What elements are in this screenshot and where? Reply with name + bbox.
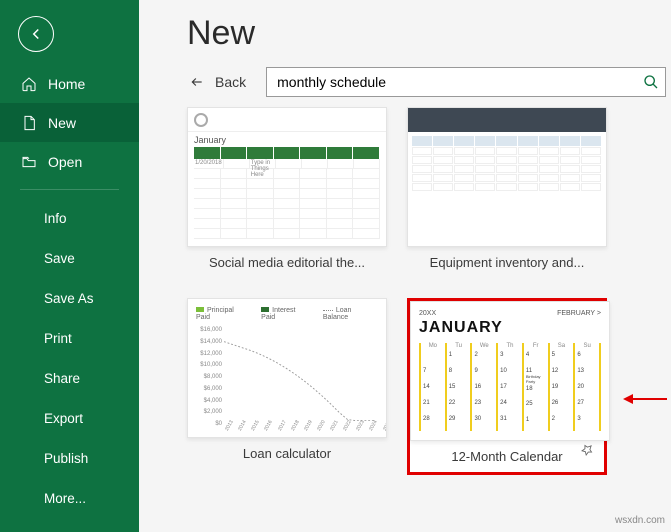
main-panel: New Back January 1/20/2018Type in Things… xyxy=(139,0,671,532)
bar-chart: $16,000$14,000$12,000$10,000$8,000$6,000… xyxy=(224,327,374,427)
nav-info[interactable]: Info xyxy=(0,198,139,238)
nav-home[interactable]: Home xyxy=(0,64,139,103)
chart-legend: Principal Paid Interest Paid Loan Balanc… xyxy=(196,307,378,321)
home-icon xyxy=(20,75,38,93)
template-thumbnail: Principal Paid Interest Paid Loan Balanc… xyxy=(187,298,387,438)
template-label: Equipment inventory and... xyxy=(407,247,607,278)
nav-save-as[interactable]: Save As xyxy=(0,278,139,318)
template-social-media[interactable]: January 1/20/2018Type in Things Here Soc… xyxy=(187,107,387,278)
thumb-month: January xyxy=(188,132,386,145)
template-equipment-inventory[interactable]: Equipment inventory and... xyxy=(407,107,607,278)
page-title: New xyxy=(139,0,671,61)
template-label: 12-Month Calendar xyxy=(410,441,604,472)
pin-button[interactable] xyxy=(580,443,594,462)
back-label: Back xyxy=(215,74,246,90)
folder-open-icon xyxy=(20,153,38,171)
calendar-grid: Mo7142128Tu18152229We29162330Th310172431… xyxy=(419,343,601,431)
template-label: Social media editorial the... xyxy=(187,247,387,278)
calendar-next: FEBRUARY > xyxy=(557,310,601,317)
calendar-year: 20XX xyxy=(419,310,436,317)
template-thumbnail: 20XX FEBRUARY > JANUARY Mo7142128Tu18152… xyxy=(410,301,610,441)
backstage-sidebar: Home New Open Info Save Save As Print Sh… xyxy=(0,0,139,532)
annotation-arrow-icon xyxy=(623,392,669,406)
nav-print[interactable]: Print xyxy=(0,318,139,358)
nav-label: Open xyxy=(48,154,82,170)
nav-new[interactable]: New xyxy=(0,103,139,142)
back-button[interactable] xyxy=(18,16,54,52)
nav-label: Home xyxy=(48,76,85,92)
search-button[interactable] xyxy=(636,67,666,97)
search-icon xyxy=(643,74,659,90)
template-label: Loan calculator xyxy=(187,438,387,469)
nav-publish[interactable]: Publish xyxy=(0,438,139,478)
template-thumbnail xyxy=(407,107,607,247)
nav-more[interactable]: More... xyxy=(0,478,139,518)
template-loan-calculator[interactable]: Principal Paid Interest Paid Loan Balanc… xyxy=(187,298,387,475)
pin-icon xyxy=(580,443,594,457)
topbar: Back xyxy=(139,61,671,107)
separator xyxy=(20,189,119,190)
arrow-left-icon xyxy=(187,75,207,89)
template-thumbnail: January 1/20/2018Type in Things Here xyxy=(187,107,387,247)
nav-share[interactable]: Share xyxy=(0,358,139,398)
document-icon xyxy=(20,114,38,132)
nav-open[interactable]: Open xyxy=(0,142,139,181)
nav-label: New xyxy=(48,115,76,131)
nav-export[interactable]: Export xyxy=(0,398,139,438)
calendar-month: JANUARY xyxy=(419,319,601,337)
search-box xyxy=(266,67,666,97)
arrow-left-icon xyxy=(27,25,45,43)
template-12-month-calendar[interactable]: 20XX FEBRUARY > JANUARY Mo7142128Tu18152… xyxy=(407,298,607,475)
watermark: wsxdn.com xyxy=(615,515,665,526)
search-input[interactable] xyxy=(266,67,666,97)
template-grid: January 1/20/2018Type in Things Here Soc… xyxy=(139,107,671,475)
nav-save[interactable]: Save xyxy=(0,238,139,278)
back-link[interactable]: Back xyxy=(187,74,246,90)
